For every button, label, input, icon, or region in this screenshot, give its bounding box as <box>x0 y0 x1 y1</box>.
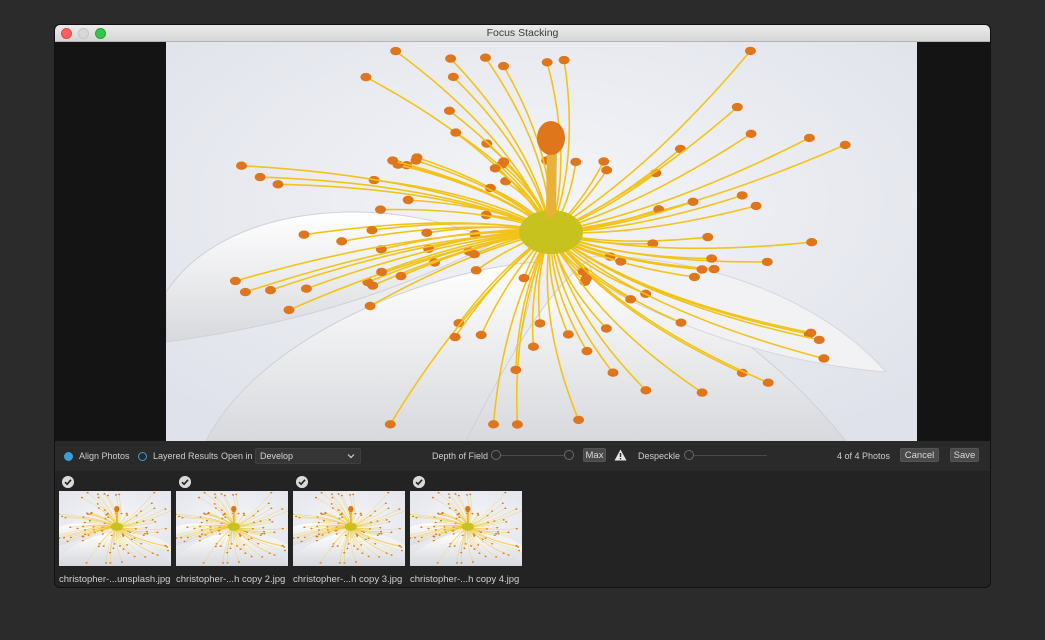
thumbnail-label: christopher-...unsplash.jpg <box>59 574 171 585</box>
layered-results-option[interactable]: Layered Results <box>138 441 218 471</box>
flower-photo <box>410 491 522 566</box>
window-title: Focus Stacking <box>486 27 559 39</box>
depth-of-field-slider-start-knob[interactable] <box>491 450 501 460</box>
filmstrip: christopher-...unsplash.jpg christopher-… <box>55 471 990 587</box>
open-in-label: Open in <box>221 451 253 461</box>
flower-photo <box>166 42 917 441</box>
thumbnail-image[interactable] <box>410 491 522 566</box>
stacked-photo-preview <box>166 42 917 441</box>
flower-photo <box>59 491 171 566</box>
layered-results-label: Layered Results <box>153 451 219 461</box>
open-in-value: Develop <box>260 451 294 461</box>
checkmark-icon[interactable] <box>62 476 74 488</box>
preview-area <box>55 42 990 441</box>
title-bar: Focus Stacking <box>55 25 990 42</box>
depth-of-field-label: Depth of Field <box>432 451 489 461</box>
chevron-down-icon <box>347 454 355 459</box>
thumbnail-image[interactable] <box>293 491 405 566</box>
flower-photo <box>176 491 288 566</box>
despeckle-slider-track[interactable] <box>689 455 767 456</box>
thumbnail-label: christopher-...h copy 3.jpg <box>293 574 403 585</box>
save-button[interactable]: Save <box>950 448 979 462</box>
thumbnail-label: christopher-...h copy 4.jpg <box>410 574 520 585</box>
close-window-button[interactable] <box>61 28 72 39</box>
minimize-window-button[interactable] <box>78 28 89 39</box>
photo-count: 4 of 4 Photos <box>837 451 891 461</box>
window-controls <box>61 28 106 39</box>
align-photos-radio[interactable] <box>64 451 73 461</box>
warning-icon <box>614 449 627 461</box>
checkmark-icon[interactable] <box>179 476 191 488</box>
focus-stacking-window: Focus Stacking Align Photos Layered Resu… <box>55 25 990 587</box>
flower-photo <box>293 491 405 566</box>
align-photos-option[interactable]: Align Photos <box>64 441 130 471</box>
checkmark-icon[interactable] <box>296 476 308 488</box>
thumbnail-image[interactable] <box>176 491 288 566</box>
cancel-button[interactable]: Cancel <box>900 448 939 462</box>
depth-of-field-slider-end-knob[interactable] <box>564 450 574 460</box>
depth-of-field-slider-track[interactable] <box>497 455 567 456</box>
despeckle-label: Despeckle <box>638 451 681 461</box>
zoom-window-button[interactable] <box>95 28 106 39</box>
thumbnail-image[interactable] <box>59 491 171 566</box>
open-in-select[interactable]: Develop <box>255 448 361 464</box>
max-button[interactable]: Max <box>583 448 606 462</box>
layered-results-radio[interactable] <box>138 451 147 461</box>
thumbnail-label: christopher-...h copy 2.jpg <box>176 574 286 585</box>
align-photos-label: Align Photos <box>79 451 130 461</box>
checkmark-icon[interactable] <box>413 476 425 488</box>
options-bar: Align Photos Layered Results Open in Dev… <box>55 441 990 471</box>
despeckle-slider-knob[interactable] <box>684 450 694 460</box>
